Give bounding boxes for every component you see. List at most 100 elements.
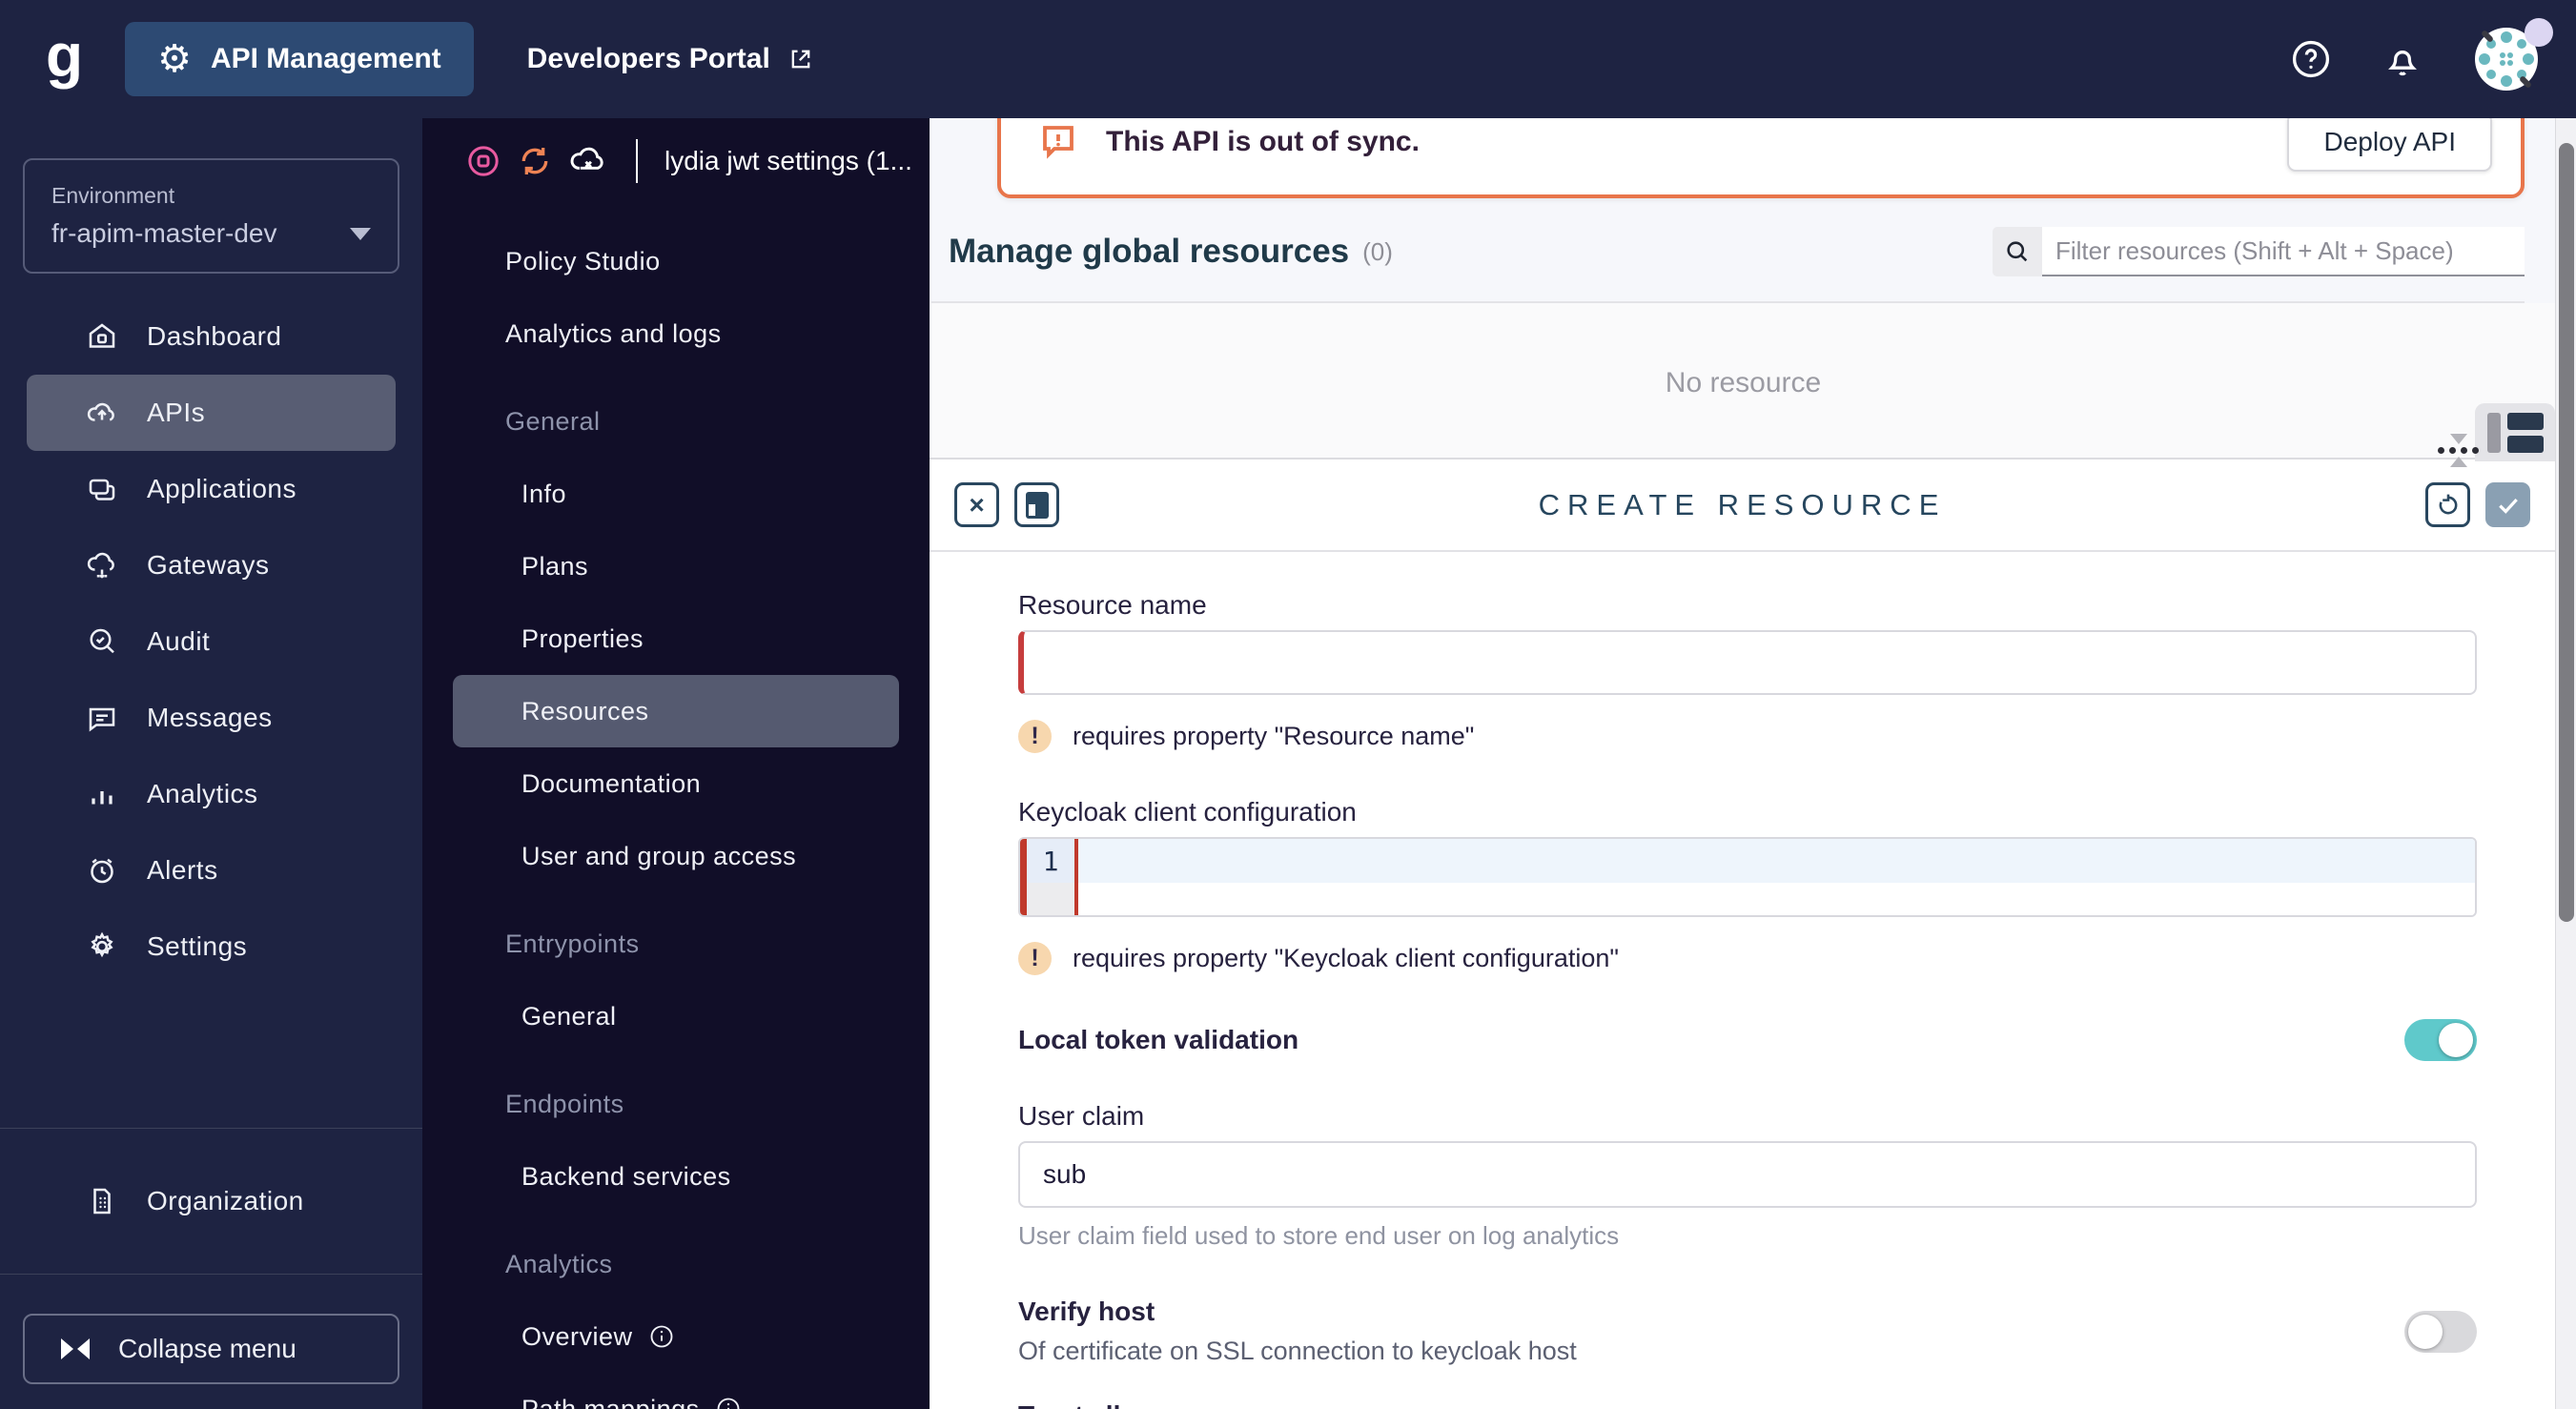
dock-panel-icon[interactable] [1014, 482, 1059, 527]
editor-error-bar [1020, 839, 1027, 915]
editor-content[interactable] [1078, 839, 2475, 915]
local-token-row: Local token validation [1018, 1019, 2477, 1061]
sidebar-item-label: APIs [147, 398, 206, 427]
create-resource-form: Resource name ! requires property "Resou… [930, 552, 2555, 1409]
api-menu-section-analytics: Analytics [505, 1249, 613, 1278]
sidebar-divider [0, 1274, 422, 1275]
main-scrollbar[interactable] [2555, 118, 2576, 1409]
sidebar-item-gateways[interactable]: Gateways [27, 527, 396, 603]
api-menu-path-mappings[interactable]: Path mappings [453, 1373, 899, 1409]
help-button[interactable] [2290, 38, 2332, 80]
user-claim-input[interactable] [1018, 1141, 2477, 1208]
stop-circle-icon[interactable] [464, 142, 502, 180]
environment-selector[interactable]: Environment fr-apim-master-dev [23, 158, 399, 274]
sidebar-item-label: Alerts [147, 855, 218, 885]
user-avatar[interactable] [2473, 18, 2553, 92]
filter-resources-input[interactable] [2042, 227, 2525, 276]
sidebar-item-apis[interactable]: APIs [27, 375, 396, 451]
notifications-bell-button[interactable] [2382, 38, 2423, 80]
resource-count: (0) [1362, 236, 1393, 266]
api-menu-resources[interactable]: Resources [453, 675, 899, 747]
panel-header: × CREATE RESOURCE [930, 459, 2555, 552]
sidebar-item-dashboard[interactable]: Dashboard [27, 298, 396, 375]
sidebar-item-organization[interactable]: Organization [27, 1163, 396, 1239]
warning-bubble-icon [1035, 118, 1081, 164]
reset-icon[interactable] [2425, 482, 2470, 527]
deploy-api-button[interactable]: Deploy API [2287, 118, 2492, 172]
api-menu-properties[interactable]: Properties [453, 602, 899, 675]
resource-name-input[interactable] [1018, 630, 2477, 695]
resource-name-label: Resource name [1018, 590, 1207, 620]
api-menu-list: Policy Studio Analytics and logs General… [422, 225, 930, 1409]
top-right-actions [2290, 18, 2553, 92]
local-token-toggle[interactable] [2404, 1019, 2477, 1061]
keycloak-config-label: Keycloak client configuration [1018, 797, 1357, 827]
local-token-label: Local token validation [1018, 1025, 1299, 1054]
applications-icon [84, 472, 120, 506]
main-sidebar: Environment fr-apim-master-dev Dashboard [0, 118, 422, 1409]
resources-header-row: Manage global resources (0) [930, 215, 2576, 288]
create-resource-panel: × CREATE RESOURCE Resource name ! requir… [930, 403, 2555, 1409]
developers-portal-link[interactable]: Developers Portal [527, 43, 814, 75]
trust-all-row: Trust all Trust all certificates, includ… [1018, 1400, 2477, 1409]
sidebar-item-audit[interactable]: Audit [27, 603, 396, 680]
sidebar-item-messages[interactable]: Messages [27, 680, 396, 756]
confirm-check-icon[interactable] [2485, 482, 2530, 527]
api-menu-info[interactable]: Info [453, 458, 899, 530]
api-management-button[interactable]: ⚙ API Management [125, 22, 474, 96]
keycloak-config-error: ! requires property "Keycloak client con… [1018, 942, 2477, 975]
api-menu-section-endpoints: Endpoints [505, 1089, 624, 1118]
external-link-icon [787, 46, 814, 72]
collapse-menu-button[interactable]: Collapse menu [23, 1314, 399, 1384]
sidebar-item-applications[interactable]: Applications [27, 451, 396, 527]
sidebar-item-label: Audit [147, 626, 211, 656]
verify-host-description: Of certificate on SSL connection to keyc… [1018, 1337, 1577, 1365]
api-menu-policy-studio[interactable]: Policy Studio [453, 225, 899, 297]
app-root: g ⚙ API Management Developers Portal Env… [0, 0, 2576, 1409]
sidebar-item-alerts[interactable]: Alerts [27, 832, 396, 909]
api-menu-backend-services[interactable]: Backend services [453, 1140, 899, 1213]
environment-value: fr-apim-master-dev [51, 218, 277, 248]
api-header: lydia jwt settings (1... [422, 118, 930, 183]
search-icon [1993, 227, 2042, 276]
verify-host-toggle[interactable] [2404, 1310, 2477, 1353]
top-bar: g ⚙ API Management Developers Portal [0, 0, 2576, 118]
api-menu-plans[interactable]: Plans [453, 530, 899, 602]
collapse-menu-label: Collapse menu [118, 1334, 296, 1363]
api-menu-entrypoints-general[interactable]: General [453, 980, 899, 1052]
banner-message: This API is out of sync. [1106, 126, 1420, 157]
collapse-icon [61, 1338, 90, 1359]
api-menu-documentation[interactable]: Documentation [453, 747, 899, 820]
sidebar-item-analytics[interactable]: Analytics [27, 756, 396, 832]
sidebar-item-settings[interactable]: Settings [27, 909, 396, 985]
gear-icon: ⚙ [157, 38, 192, 80]
api-menu-overview[interactable]: Overview [453, 1300, 899, 1373]
gravitee-logo[interactable]: g [46, 25, 83, 86]
organization-icon [84, 1184, 120, 1218]
empty-text: No resource [1665, 367, 1822, 398]
api-menu-analytics-logs[interactable]: Analytics and logs [453, 297, 899, 370]
panel-layout-icon[interactable] [2475, 403, 2555, 461]
api-menu-user-group-access[interactable]: User and group access [453, 820, 899, 892]
sidebar-item-label: Gateways [147, 550, 270, 580]
chat-icon [84, 701, 120, 735]
alarm-clock-icon [84, 853, 120, 888]
info-icon [648, 1323, 675, 1350]
info-icon [715, 1396, 742, 1409]
sidebar-nav: Dashboard APIs Applications Gateways Aud… [0, 298, 422, 985]
product-label: API Management [210, 43, 441, 74]
sidebar-item-label: Organization [147, 1186, 304, 1215]
api-menu-section-entrypoints: Entrypoints [505, 929, 640, 958]
avatar-status-badge [2525, 18, 2553, 47]
settings-gear-icon [84, 929, 120, 964]
cloud-error-icon[interactable] [567, 140, 609, 182]
sync-icon[interactable] [516, 142, 554, 180]
keycloak-config-editor[interactable]: 1 [1018, 837, 2477, 917]
verify-host-label: Verify host [1018, 1297, 1155, 1326]
resource-name-error: ! requires property "Resource name" [1018, 720, 2477, 753]
error-exclamation-icon: ! [1018, 720, 1052, 753]
user-claim-hint: User claim field used to store end user … [1018, 1221, 1620, 1250]
title-divider [636, 139, 638, 183]
close-icon[interactable]: × [954, 482, 999, 527]
scrollbar-thumb[interactable] [2559, 143, 2574, 922]
